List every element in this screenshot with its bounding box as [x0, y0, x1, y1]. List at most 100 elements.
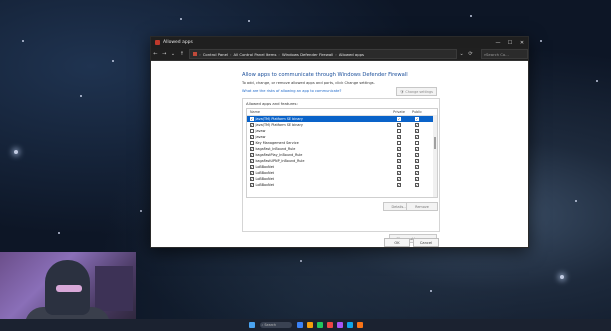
chevron-down-icon[interactable]: ⌄ [169, 51, 178, 57]
private-checkbox[interactable]: ✓ [397, 153, 401, 157]
list-item[interactable]: ✓ LoBBoxNet ✓ ✓ [247, 182, 437, 188]
address-bar[interactable]: › Control Panel › All Control Panel Item… [189, 49, 458, 59]
refresh-icon[interactable]: ⟳ [466, 51, 475, 57]
taskbar-app-icon[interactable] [356, 322, 363, 328]
public-cell: ✓ [408, 129, 426, 133]
forward-arrow-icon[interactable]: → [160, 51, 169, 57]
star [540, 40, 542, 42]
app-name-label: Java(TM) Platform SE binary [255, 117, 303, 121]
list-rows: ✓ Java(TM) Platform SE binary ✓ ✓ ✓ Java(TM) … [247, 116, 437, 188]
close-icon[interactable]: ✕ [516, 37, 528, 48]
private-checkbox[interactable]: ✓ [397, 171, 401, 175]
private-checkbox[interactable]: ✓ [397, 159, 401, 163]
private-checkbox[interactable] [397, 129, 401, 133]
app-enabled-checkbox[interactable] [250, 141, 254, 145]
app-enabled-checkbox[interactable]: ✓ [250, 183, 254, 187]
app-enabled-checkbox[interactable]: ✓ [250, 135, 254, 139]
star [14, 150, 18, 154]
public-checkbox[interactable]: ✓ [415, 177, 419, 181]
app-enabled-checkbox[interactable]: ✓ [250, 117, 254, 121]
taskbar-app-icon[interactable] [336, 322, 343, 328]
app-enabled-checkbox[interactable] [250, 129, 254, 133]
window-title: Allowed apps [163, 40, 193, 45]
public-checkbox[interactable]: ✓ [415, 153, 419, 157]
private-cell: ✓ [390, 159, 408, 163]
app-name: ✓ kagaFastPlay_InBound_Rule [247, 153, 390, 157]
start-icon[interactable] [248, 322, 255, 328]
app-name: ✓ LoBBoxNet [247, 177, 390, 181]
public-checkbox[interactable]: ✓ [415, 123, 419, 127]
star [430, 290, 432, 292]
change-settings-button[interactable]: 🛡 Change settings [396, 87, 437, 96]
public-checkbox[interactable]: ✓ [415, 135, 419, 139]
app-enabled-checkbox[interactable]: ✓ [250, 123, 254, 127]
star [58, 232, 60, 234]
private-checkbox[interactable]: ✓ [397, 165, 401, 169]
page-title: Allow apps to communicate through Window… [242, 72, 408, 78]
star [80, 95, 82, 97]
cancel-button[interactable]: Cancel [413, 238, 439, 247]
breadcrumb-control-panel[interactable]: Control Panel [203, 52, 228, 57]
public-checkbox[interactable]: ✓ [415, 147, 419, 151]
page-subtitle: To add, change, or remove allowed apps a… [242, 81, 375, 85]
public-checkbox[interactable] [415, 141, 419, 145]
search-input[interactable]: ⌕ Search Co... [480, 49, 528, 59]
public-checkbox[interactable]: ✓ [415, 171, 419, 175]
taskbar-app-icon[interactable] [346, 322, 353, 328]
remove-button[interactable]: Remove [406, 202, 438, 211]
private-cell: ✓ [390, 171, 408, 175]
maximize-icon[interactable]: ☐ [504, 37, 516, 48]
private-cell: ✓ [390, 177, 408, 181]
private-checkbox[interactable]: ✓ [397, 117, 401, 121]
ok-button[interactable]: OK [384, 238, 410, 247]
column-header-public[interactable]: Public [408, 110, 426, 114]
app-enabled-checkbox[interactable]: ✓ [250, 159, 254, 163]
star [22, 40, 24, 42]
taskbar-app-icon[interactable] [296, 322, 303, 328]
private-checkbox[interactable]: ✓ [397, 183, 401, 187]
back-arrow-icon[interactable]: ← [151, 51, 160, 57]
app-name-label: Java(TM) Platform SE binary [255, 123, 303, 127]
vertical-scrollbar[interactable] [433, 115, 437, 197]
private-checkbox[interactable]: ✓ [397, 147, 401, 151]
public-checkbox[interactable]: ✓ [415, 159, 419, 163]
title-bar[interactable]: Allowed apps — ☐ ✕ [151, 37, 528, 48]
public-checkbox[interactable]: ✓ [415, 183, 419, 187]
risks-link[interactable]: What are the risks of allowing an app to… [242, 89, 341, 93]
private-checkbox[interactable]: ✓ [397, 135, 401, 139]
address-dropdown-icon[interactable]: ⌄ [457, 51, 466, 57]
app-enabled-checkbox[interactable]: ✓ [250, 165, 254, 169]
taskbar-app-icon[interactable] [316, 322, 323, 328]
breadcrumb-firewall[interactable]: Windows Defender Firewall [282, 52, 333, 57]
content-area: Allow apps to communicate through Window… [151, 61, 528, 247]
column-header-name[interactable]: Name [247, 110, 390, 114]
star [248, 20, 250, 22]
breadcrumb-all-items[interactable]: All Control Panel Items [234, 52, 277, 57]
public-checkbox[interactable]: ✓ [415, 165, 419, 169]
public-cell: ✓ [408, 177, 426, 181]
public-checkbox[interactable]: ✓ [415, 117, 419, 121]
private-checkbox[interactable]: ✓ [397, 177, 401, 181]
column-header-private[interactable]: Private [390, 110, 408, 114]
app-name: ✓ javaw [247, 135, 390, 139]
allowed-apps-list[interactable]: Name Private Public ✓ Java(TM) Platform S… [246, 108, 438, 198]
group-label: Allowed apps and features: [246, 101, 298, 106]
app-enabled-checkbox[interactable]: ✓ [250, 153, 254, 157]
app-enabled-checkbox[interactable]: ✓ [250, 177, 254, 181]
private-cell: ✓ [390, 183, 408, 187]
app-name: ✓ LoBBoxNet [247, 165, 390, 169]
up-arrow-icon[interactable]: ↑ [177, 51, 186, 57]
taskbar-app-icon[interactable] [306, 322, 313, 328]
minimize-icon[interactable]: — [492, 37, 504, 48]
taskbar-app-icon[interactable] [326, 322, 333, 328]
app-name: javaw [247, 129, 390, 133]
private-checkbox[interactable]: ✓ [397, 123, 401, 127]
control-panel-icon [193, 52, 198, 56]
breadcrumb-allowed-apps[interactable]: Allowed apps [339, 52, 364, 57]
app-enabled-checkbox[interactable]: ✓ [250, 171, 254, 175]
public-checkbox[interactable]: ✓ [415, 129, 419, 133]
taskbar-search-input[interactable]: ⌕ Search [259, 322, 292, 328]
scrollbar-thumb[interactable] [434, 137, 436, 149]
private-checkbox[interactable] [397, 141, 401, 145]
app-enabled-checkbox[interactable]: ✓ [250, 147, 254, 151]
